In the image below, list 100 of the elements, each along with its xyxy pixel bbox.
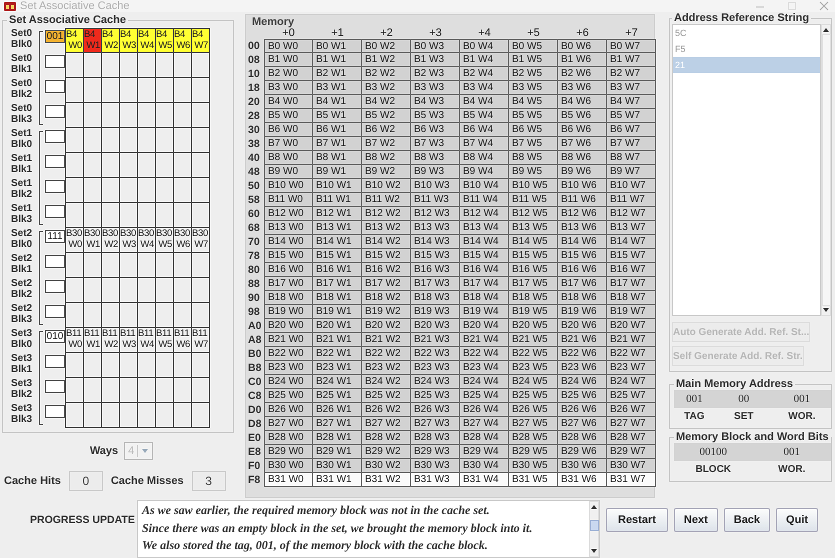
memory-cell: B23 W7 bbox=[607, 361, 656, 375]
memory-cell: B27 W4 bbox=[460, 417, 509, 431]
memory-cell: B24 W3 bbox=[411, 375, 460, 389]
memory-cell: B8 W6 bbox=[558, 151, 607, 165]
panel-title: Address Reference String bbox=[673, 12, 810, 24]
memory-cell: B19 W2 bbox=[362, 305, 411, 319]
tag-cell: 010 bbox=[45, 330, 65, 343]
row-address: C0 bbox=[247, 375, 262, 389]
stat-label: Cache Misses bbox=[110, 475, 184, 487]
cache-cell: B11 W2 bbox=[102, 328, 120, 353]
memory-cell: B17 W6 bbox=[558, 277, 607, 291]
memory-cell: B19 W4 bbox=[460, 305, 509, 319]
tag-cell bbox=[45, 255, 65, 268]
cache-cell: B4 W3 bbox=[120, 28, 138, 53]
cache-cell: B30 W1 bbox=[84, 228, 102, 253]
memory-cell: B7 W7 bbox=[607, 137, 656, 151]
memory-cell: B22 W7 bbox=[607, 347, 656, 361]
action-button[interactable]: Quit bbox=[776, 508, 818, 532]
memory-cell: B1 W7 bbox=[607, 53, 656, 67]
cache-cell bbox=[120, 278, 138, 303]
action-button[interactable]: Back bbox=[724, 508, 770, 532]
cache-cell bbox=[102, 128, 120, 153]
cache-cell bbox=[156, 153, 174, 178]
cache-cell bbox=[192, 303, 210, 328]
cache-cell bbox=[174, 303, 192, 328]
cache-cell bbox=[120, 153, 138, 178]
scrollbar[interactable] bbox=[821, 24, 831, 316]
memory-cell: B16 W0 bbox=[264, 263, 313, 277]
memory-cell: B3 W4 bbox=[460, 81, 509, 95]
memory-cell: B3 W2 bbox=[362, 81, 411, 95]
row-address: D0 bbox=[247, 403, 262, 417]
memory-cell: B10 W7 bbox=[607, 179, 656, 193]
action-button[interactable]: Next bbox=[674, 508, 718, 532]
cache-cell bbox=[120, 253, 138, 278]
memory-cell: B5 W3 bbox=[411, 109, 460, 123]
memory-cell: B13 W4 bbox=[460, 221, 509, 235]
list-item[interactable]: 21 bbox=[673, 57, 820, 73]
panel-title: Memory Block and Word Bits bbox=[675, 431, 830, 443]
cache-cell bbox=[120, 403, 138, 428]
tag-cell bbox=[45, 80, 65, 93]
cache-cell bbox=[120, 178, 138, 203]
block-label: Set2 Blk1 bbox=[11, 254, 34, 276]
memory-cell: B22 W1 bbox=[313, 347, 362, 361]
memory-cell: B16 W3 bbox=[411, 263, 460, 277]
action-button[interactable]: Restart bbox=[606, 508, 668, 532]
cache-cell bbox=[66, 103, 84, 128]
memory-cell: B20 W1 bbox=[313, 319, 362, 333]
row-address: 60 bbox=[247, 207, 261, 221]
memory-cell: B13 W5 bbox=[509, 221, 558, 235]
close-icon[interactable] bbox=[819, 1, 829, 11]
memory-cell: B28 W1 bbox=[313, 431, 362, 445]
memory-cell: B1 W2 bbox=[362, 53, 411, 67]
memory-cell: B23 W3 bbox=[411, 361, 460, 375]
cache-cell bbox=[156, 103, 174, 128]
progress-text-line: We also stored the tag, 001, of the memory block with the cache block. bbox=[142, 537, 489, 554]
memory-cell: B25 W6 bbox=[558, 389, 607, 403]
list-item[interactable]: 5C bbox=[673, 25, 820, 41]
memory-cell: B11 W1 bbox=[313, 193, 362, 207]
cache-cell bbox=[120, 353, 138, 378]
tag-cell bbox=[45, 130, 65, 143]
cache-cell: B4 W1 bbox=[84, 28, 102, 53]
memory-cell: B23 W4 bbox=[460, 361, 509, 375]
cache-cell bbox=[156, 403, 174, 428]
memory-cell: B31 W4 bbox=[460, 473, 509, 487]
progress-text-area[interactable] bbox=[137, 500, 600, 558]
cache-cell: B11 W0 bbox=[66, 328, 84, 353]
memory-cell: B18 W5 bbox=[509, 291, 558, 305]
cache-cell bbox=[138, 78, 156, 103]
memory-cell: B0 W4 bbox=[460, 39, 509, 53]
bits-label: WOR. bbox=[777, 464, 806, 474]
memory-cell: B5 W6 bbox=[558, 109, 607, 123]
cache-cell: B30 W7 bbox=[192, 228, 210, 253]
memory-cell: B8 W1 bbox=[313, 151, 362, 165]
cache-cell: B4 W4 bbox=[138, 28, 156, 53]
cache-cell bbox=[84, 53, 102, 78]
memory-cell: B5 W0 bbox=[264, 109, 313, 123]
cache-cell bbox=[192, 278, 210, 303]
memory-cell: B11 W3 bbox=[411, 193, 460, 207]
tag-cell bbox=[45, 180, 65, 193]
memory-cell: B15 W7 bbox=[607, 249, 656, 263]
list-item[interactable]: F5 bbox=[673, 41, 820, 57]
memory-cell: B1 W6 bbox=[558, 53, 607, 67]
column-header: +3 bbox=[428, 28, 443, 39]
memory-cell: B4 W7 bbox=[607, 95, 656, 109]
cache-cell bbox=[174, 178, 192, 203]
memory-cell: B12 W4 bbox=[460, 207, 509, 221]
cache-cell bbox=[138, 128, 156, 153]
memory-cell: B4 W3 bbox=[411, 95, 460, 109]
memory-cell: B7 W1 bbox=[313, 137, 362, 151]
cache-cell bbox=[84, 253, 102, 278]
block-label: Set1 Blk0 bbox=[11, 129, 34, 152]
scrollbar[interactable] bbox=[589, 501, 599, 557]
memory-cell: B12 W2 bbox=[362, 207, 411, 221]
block-label: Set0 Blk1 bbox=[11, 54, 34, 76]
column-header: +4 bbox=[477, 28, 492, 39]
memory-cell: B22 W5 bbox=[509, 347, 558, 361]
block-label: Set0 Blk0 bbox=[11, 29, 34, 52]
memory-cell: B29 W6 bbox=[558, 445, 607, 459]
cache-cell bbox=[138, 253, 156, 278]
memory-cell: B27 W3 bbox=[411, 417, 460, 431]
